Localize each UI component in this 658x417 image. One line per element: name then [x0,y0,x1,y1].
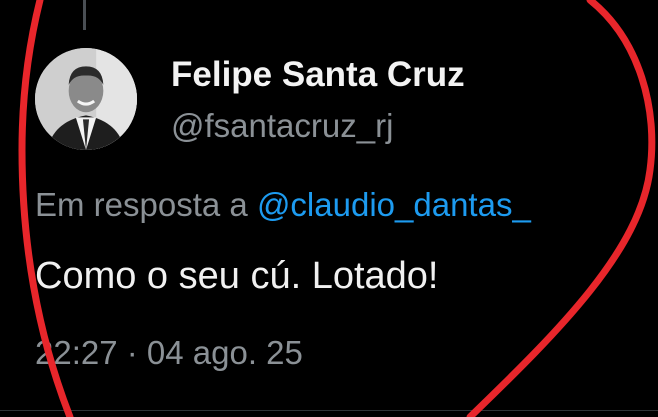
avatar[interactable] [35,48,137,150]
divider [0,410,658,411]
thread-connector-line [83,0,86,30]
reply-mention-link[interactable]: @claudio_dantas_ [257,186,531,223]
author-handle[interactable]: @fsantacruz_rj [171,107,393,145]
reply-prefix: Em resposta a [35,186,248,223]
avatar-photo-icon [35,48,137,150]
tweet-text: Como o seu cú. Lotado! [35,255,439,297]
reply-context: Em resposta a @claudio_dantas_ [35,186,531,224]
author-display-name[interactable]: Felipe Santa Cruz [171,55,465,95]
tweet-timestamp[interactable]: 22:27 · 04 ago. 25 [35,334,303,372]
